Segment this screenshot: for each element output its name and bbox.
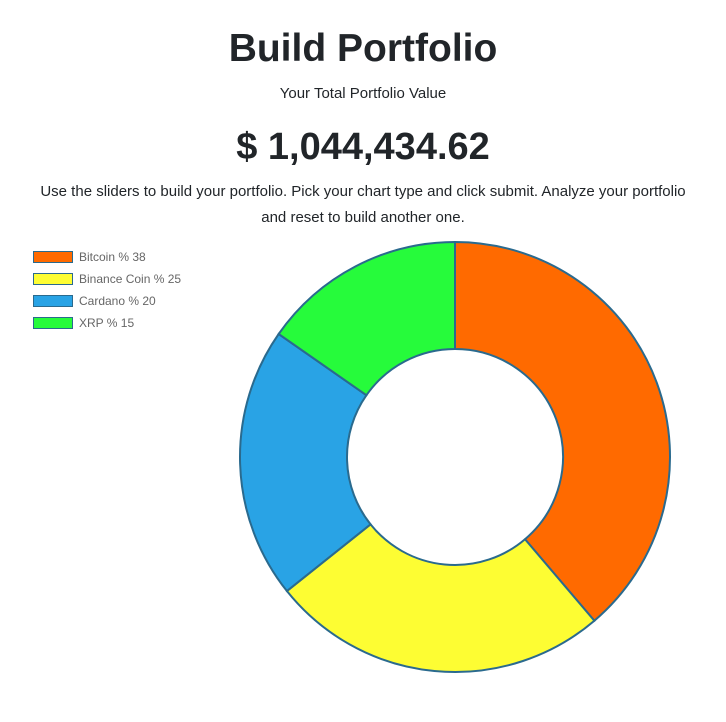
doughnut-chart [239,240,671,673]
